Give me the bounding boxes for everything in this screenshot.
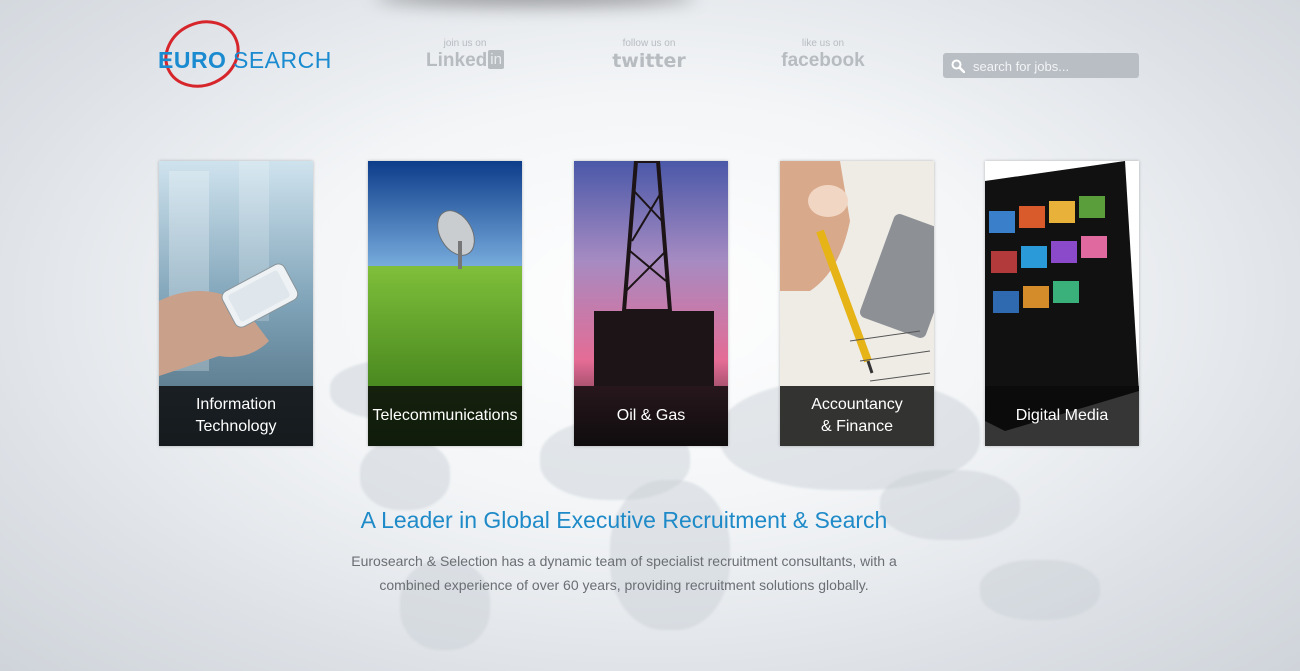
facebook-logo-text: facebook <box>781 50 865 71</box>
sector-label: Digital Media <box>985 386 1139 446</box>
twitter-link[interactable]: follow us on twitter <box>604 38 694 72</box>
tile-accountancy-finance[interactable]: Accountancy & Finance <box>780 161 934 446</box>
eurosearch-logo[interactable]: EURO SEARCH <box>156 20 348 90</box>
sector-label: Accountancy & Finance <box>780 386 934 446</box>
linkedin-caption: join us on <box>443 38 487 49</box>
logo-text-euro: EURO <box>158 47 227 73</box>
facebook-link[interactable]: like us on facebook <box>778 38 868 72</box>
twitter-caption: follow us on <box>622 38 676 49</box>
job-search-box[interactable] <box>943 53 1139 78</box>
page-headline: A Leader in Global Executive Recruitment… <box>360 507 888 533</box>
linkedin-in-icon: in <box>488 50 504 69</box>
facebook-caption: like us on <box>801 38 845 49</box>
tile-oil-gas[interactable]: Oil & Gas <box>574 161 728 446</box>
tile-information-technology[interactable]: Information Technology <box>159 161 313 446</box>
linkedin-logo-text: Linked <box>426 50 488 71</box>
twitter-logo-text: twitter <box>612 50 686 72</box>
tile-digital-media[interactable]: Digital Media <box>985 161 1139 446</box>
search-icon[interactable] <box>951 59 965 73</box>
sector-label: Information Technology <box>159 386 313 446</box>
tile-telecommunications[interactable]: Telecommunications <box>368 161 522 446</box>
sector-label: Oil & Gas <box>574 386 728 446</box>
sector-label: Telecommunications <box>368 386 522 446</box>
intro-paragraph: Eurosearch & Selection has a dynamic tea… <box>351 553 897 593</box>
logo-text-search: SEARCH <box>233 47 332 73</box>
linkedin-link[interactable]: join us on Linked in <box>420 38 510 72</box>
search-input[interactable] <box>971 56 1135 77</box>
